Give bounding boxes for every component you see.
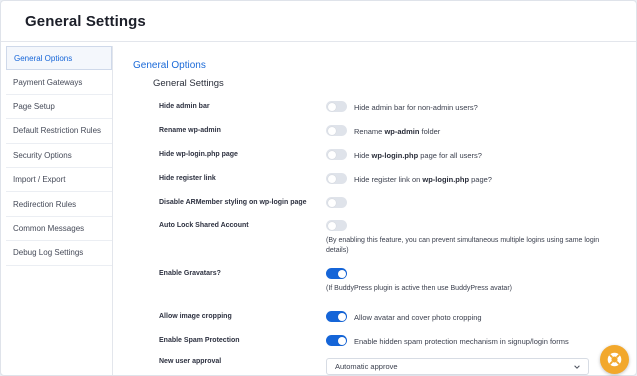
desc-bold: wp-login.php [422,174,470,184]
rename-wp-admin-toggle[interactable] [326,125,347,136]
toggle-knob [337,269,346,278]
allow-image-cropping-toggle[interactable] [326,311,347,322]
settings-content: General Options Payment Gateways Page Se… [6,46,631,375]
setting-label: New user approval [159,358,222,365]
desc-bold: wp-admin [384,126,420,136]
disable-armember-styling-toggle[interactable] [326,197,347,208]
setting-note: (By enabling this feature, you can preve… [326,237,600,254]
desc-text: Hide register link on [354,174,423,184]
hide-register-link-toggle[interactable] [326,173,347,184]
setting-label: Hide wp-login.php page [159,151,238,158]
desc-text: Rename [354,126,385,136]
settings-main: General Options General Settings Hide ad… [113,46,631,375]
sidebar-item-page-setup[interactable]: Page Setup [6,95,112,120]
desc-text: folder [419,126,441,136]
select-value: Automatic approve [335,362,398,371]
sidebar-item-import-export[interactable]: Import / Export [6,168,112,193]
page-title: General Settings [25,12,146,30]
setting-label: Enable Gravatars? [159,270,221,277]
chevron-down-icon [574,365,580,369]
setting-description: Hide register link on wp-login.php page? [354,175,492,184]
toggle-knob [327,126,336,135]
setting-note: (If BuddyPress plugin is active then use… [326,285,512,292]
setting-label: Rename wp-admin [159,127,221,134]
enable-gravatars-toggle[interactable] [326,268,347,279]
setting-label: Hide admin bar [159,103,210,110]
setting-description: Hide admin bar for non-admin users? [354,102,478,112]
setting-label: Auto Lock Shared Account [159,222,249,229]
desc-bold: wp-login.php [371,150,419,160]
setting-label: Enable Spam Protection [159,337,240,344]
setting-label: Allow image cropping [159,313,232,320]
setting-description: Rename wp-admin folder [354,127,440,136]
sidebar-item-default-restriction-rules[interactable]: Default Restriction Rules [6,119,112,144]
settings-sidebar: General Options Payment Gateways Page Se… [6,46,113,375]
page-header: General Settings [1,1,636,42]
sidebar-item-redirection-rules[interactable]: Redirection Rules [6,192,112,217]
new-user-approval-select[interactable]: Automatic approve [326,358,589,375]
setting-description: Hide wp-login.php page for all users? [354,151,482,160]
toggle-knob [327,198,336,207]
setting-description: Allow avatar and cover photo cropping [354,312,482,322]
sidebar-item-common-messages[interactable]: Common Messages [6,217,112,242]
hide-admin-bar-toggle[interactable] [326,101,347,112]
setting-description: Enable hidden spam protection mechanism … [354,336,569,346]
settings-page: General Settings General Options Payment… [0,0,637,376]
toggle-knob [327,150,336,159]
toggle-knob [327,221,336,230]
desc-text: page? [469,174,492,184]
toggle-knob [337,336,346,345]
hide-wp-login-toggle[interactable] [326,149,347,160]
sidebar-item-general-options[interactable]: General Options [6,46,112,71]
toggle-knob [337,312,346,321]
auto-lock-shared-account-toggle[interactable] [326,220,347,231]
toggle-knob [327,174,336,183]
enable-spam-protection-toggle[interactable] [326,335,347,346]
lifebuoy-icon [607,352,622,367]
setting-label: Hide register link [159,175,216,182]
help-fab-button[interactable] [600,345,629,374]
sidebar-item-security-options[interactable]: Security Options [6,144,112,168]
desc-text: Hide [354,150,372,160]
toggle-knob [327,102,336,111]
setting-label: Disable ARMember styling on wp-login pag… [159,199,307,206]
desc-text: page for all users? [418,150,482,160]
section-subtitle: General Settings [153,78,224,89]
sidebar-item-debug-log-settings[interactable]: Debug Log Settings [6,241,112,266]
section-title: General Options [133,60,206,71]
sidebar-item-payment-gateways[interactable]: Payment Gateways [6,70,112,95]
